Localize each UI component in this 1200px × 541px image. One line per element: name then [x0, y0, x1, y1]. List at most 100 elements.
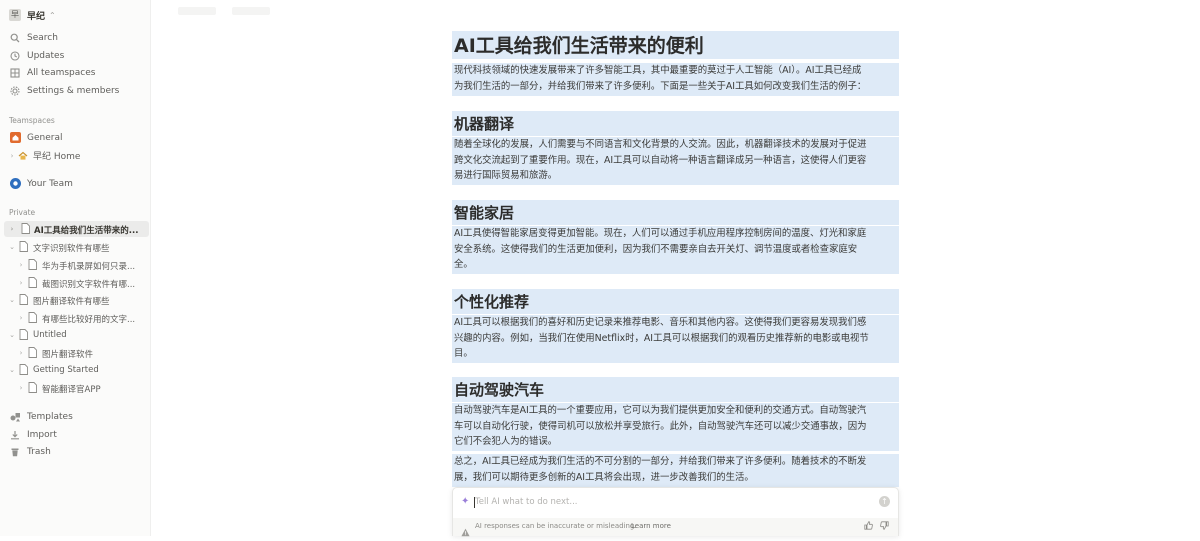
page-item-selected[interactable]: › AI工具给我们生活带来的...: [4, 221, 149, 237]
paragraph-line: 兴趣的内容。例如，当我们在使用Netflix时，AI工具可以根据我们的观看历史推…: [454, 332, 869, 344]
page-icon: [19, 294, 28, 305]
page-label: 华为手机录屏如何只录...: [42, 262, 136, 272]
page-label: 截图识别文字软件有哪...: [42, 280, 136, 290]
page-icon: [28, 347, 37, 358]
paragraph-line: AI工具使得智能家居变得更加智能。现在，人们可以通过手机应用程序控制房间的温度、…: [454, 228, 867, 239]
ai-sparkle-icon: ✦: [461, 496, 470, 507]
thumbs-down-icon[interactable]: [879, 521, 889, 531]
chevron-down-icon: ⌄: [9, 243, 15, 251]
page-item[interactable]: › 图片翻译软件: [0, 345, 150, 361]
heading-section[interactable]: 自动驾驶汽车: [452, 377, 899, 402]
page-item[interactable]: ⌄ Getting Started: [0, 362, 150, 378]
clock-icon: [9, 50, 21, 62]
sidebar-item-templates[interactable]: Templates: [0, 408, 150, 425]
page-label: 图片翻译软件: [42, 350, 94, 360]
paragraph-line: 随着全球化的发展，人们需要与不同语言和文化背景的人交流。因此，机器翻译技术的发展…: [454, 139, 867, 150]
thumbs-up-icon[interactable]: [863, 521, 873, 531]
paragraph-section[interactable]: AI工具可以根据我们的喜好和历史记录来推荐电影、音乐和其他内容。这使得我们更容易…: [452, 315, 899, 363]
chevron-down-icon: ⌄: [9, 366, 15, 374]
import-icon: [9, 429, 21, 441]
templates-icon: [9, 411, 21, 423]
paragraph-line: 车可以自动化行驶，使得司机可以放松并享受旅行。此外，自动驾驶汽车还可以减少交通事…: [454, 420, 867, 432]
chevron-right-icon: ›: [19, 279, 23, 287]
chevron-right-icon: ›: [19, 261, 23, 269]
paragraph-line: 现代科技领域的快速发展带来了许多智能工具，其中最重要的莫过于人工智能（AI）。A…: [454, 65, 862, 76]
page-label: Getting Started: [33, 365, 99, 375]
paragraph-section[interactable]: 随着全球化的发展，人们需要与不同语言和文化背景的人交流。因此，机器翻译技术的发展…: [452, 137, 899, 185]
workspace-name: 早纪: [27, 11, 46, 22]
heading-section[interactable]: 智能家居: [452, 200, 899, 225]
page-item[interactable]: › 截图识别文字软件有哪...: [0, 275, 150, 291]
search-icon: [9, 32, 21, 44]
page-label: Untitled: [33, 330, 67, 340]
page-item[interactable]: ⌄ Untitled: [0, 327, 150, 343]
page-label: 有哪些比较好用的文字...: [42, 315, 136, 325]
paragraph-line: 为我们生活的一部分，并给我们带来了许多便利。下面是一些关于AI工具如何改变我们生…: [454, 80, 867, 92]
sidebar-item-label: Updates: [27, 50, 65, 61]
paragraph-line: 展，我们可以期待更多创新的AI工具将会出现，进一步改善我们的生活。: [454, 471, 754, 483]
paragraph-line: 它们不会犯人为的错误。: [454, 436, 558, 447]
page-icon: [19, 364, 28, 375]
ai-disclaimer-bar: AI responses can be inaccurate or mislea…: [453, 518, 898, 537]
sidebar-item-trash[interactable]: Trash: [0, 443, 150, 460]
page-title[interactable]: AI工具给我们生活带来的便利: [452, 31, 899, 59]
chevron-down-icon: ⌄: [9, 296, 15, 304]
team-icon: [9, 178, 21, 190]
sidebar-item-label: Templates: [27, 411, 73, 422]
sidebar-item-import[interactable]: Import: [0, 426, 150, 443]
page-label: 智能翻译官APP: [42, 385, 101, 395]
chevron-right-icon: ›: [19, 314, 23, 322]
sidebar-item-label: Settings & members: [27, 85, 120, 96]
chevron-right-icon: ›: [19, 349, 23, 357]
grid-icon: [9, 67, 21, 79]
sidebar-item-all-teamspaces[interactable]: All teamspaces: [0, 64, 150, 81]
sidebar-item-label: All teamspaces: [27, 67, 96, 78]
page-item[interactable]: › 有哪些比较好用的文字...: [0, 310, 150, 326]
page-item[interactable]: ⌄ 图片翻译软件有哪些: [0, 292, 150, 308]
sidebar-item-settings[interactable]: Settings & members: [0, 82, 150, 99]
send-arrow-icon[interactable]: ↑: [879, 496, 890, 507]
page-label: 图片翻译软件有哪些: [33, 297, 110, 307]
paragraph-line: 易进行国际贸易和旅游。: [454, 170, 558, 181]
page-icon: [28, 312, 37, 323]
topbar-placeholder: [178, 7, 216, 15]
page-title-text: AI工具给我们生活带来的便利: [454, 35, 704, 57]
page-item[interactable]: › 华为手机录屏如何只录...: [0, 257, 150, 273]
sidebar-item-your-team[interactable]: Your Team: [0, 175, 150, 192]
paragraph-line: 自动驾驶汽车是AI工具的一个重要应用，它可以为我们提供更加安全和便利的交通方式。…: [454, 405, 867, 416]
page-item[interactable]: ⌄ 文字识别软件有哪些: [0, 239, 150, 255]
section-heading: 智能家居: [454, 204, 515, 222]
heading-section[interactable]: 机器翻译: [452, 111, 899, 136]
page-item[interactable]: › 智能翻译官APP: [0, 380, 150, 396]
workspace-switcher[interactable]: 早 早纪 ⌃: [9, 6, 56, 24]
paragraph-line: 总之，AI工具已经成为我们生活的不可分割的一部分，并给我们带来了许多便利。随着技…: [454, 456, 867, 467]
paragraph-line: 安全系统。这使得我们的生活更加便利，因为我们不需要亲自去开关灯、调节温度或者检查…: [454, 243, 858, 255]
page-icon: [19, 241, 28, 252]
sidebar-item-general[interactable]: General: [0, 129, 150, 146]
sidebar-item-home[interactable]: › 早纪 Home: [0, 147, 150, 164]
learn-more-link[interactable]: Learn more: [631, 522, 671, 530]
page-icon: [28, 382, 37, 393]
sidebar-item-label: Search: [27, 32, 58, 43]
ai-prompt-panel: ✦ Tell AI what to do next... ↑ AI respon…: [452, 487, 899, 537]
paragraph-line: 跨文化交流起到了重要作用。现在，AI工具可以自动将一种语言翻译成另一种语言，这使…: [454, 154, 867, 166]
paragraph-line: 目。: [454, 348, 473, 359]
paragraph-section[interactable]: AI工具使得智能家居变得更加智能。现在，人们可以通过手机应用程序控制房间的温度、…: [452, 226, 899, 274]
page-label: AI工具给我们生活带来的...: [34, 226, 139, 236]
paragraph-conclusion[interactable]: 总之，AI工具已经成为我们生活的不可分割的一部分，并给我们带来了许多便利。随着技…: [452, 454, 899, 487]
chevron-right-icon: ›: [10, 225, 14, 233]
sidebar-item-search[interactable]: Search: [0, 29, 150, 46]
sidebar-item-updates[interactable]: Updates: [0, 47, 150, 64]
paragraph-intro[interactable]: 现代科技领域的快速发展带来了许多智能工具，其中最重要的莫过于人工智能（AI）。A…: [452, 63, 899, 96]
sidebar-item-label: Import: [27, 429, 57, 440]
ai-disclaimer-text: AI responses can be inaccurate or mislea…: [475, 522, 637, 530]
heading-section[interactable]: 个性化推荐: [452, 289, 899, 314]
page-label: 文字识别软件有哪些: [33, 244, 110, 254]
page-icon: [28, 277, 37, 288]
paragraph-section[interactable]: 自动驾驶汽车是AI工具的一个重要应用，它可以为我们提供更加安全和便利的交通方式。…: [452, 403, 899, 451]
sidebar: 早 早纪 ⌃ Search Updates All teamspaces Set…: [0, 0, 151, 536]
workspace-avatar: 早: [9, 9, 21, 21]
ai-prompt-input[interactable]: Tell AI what to do next...: [475, 497, 577, 507]
page-icon: [19, 329, 28, 340]
home-icon: [9, 132, 21, 144]
